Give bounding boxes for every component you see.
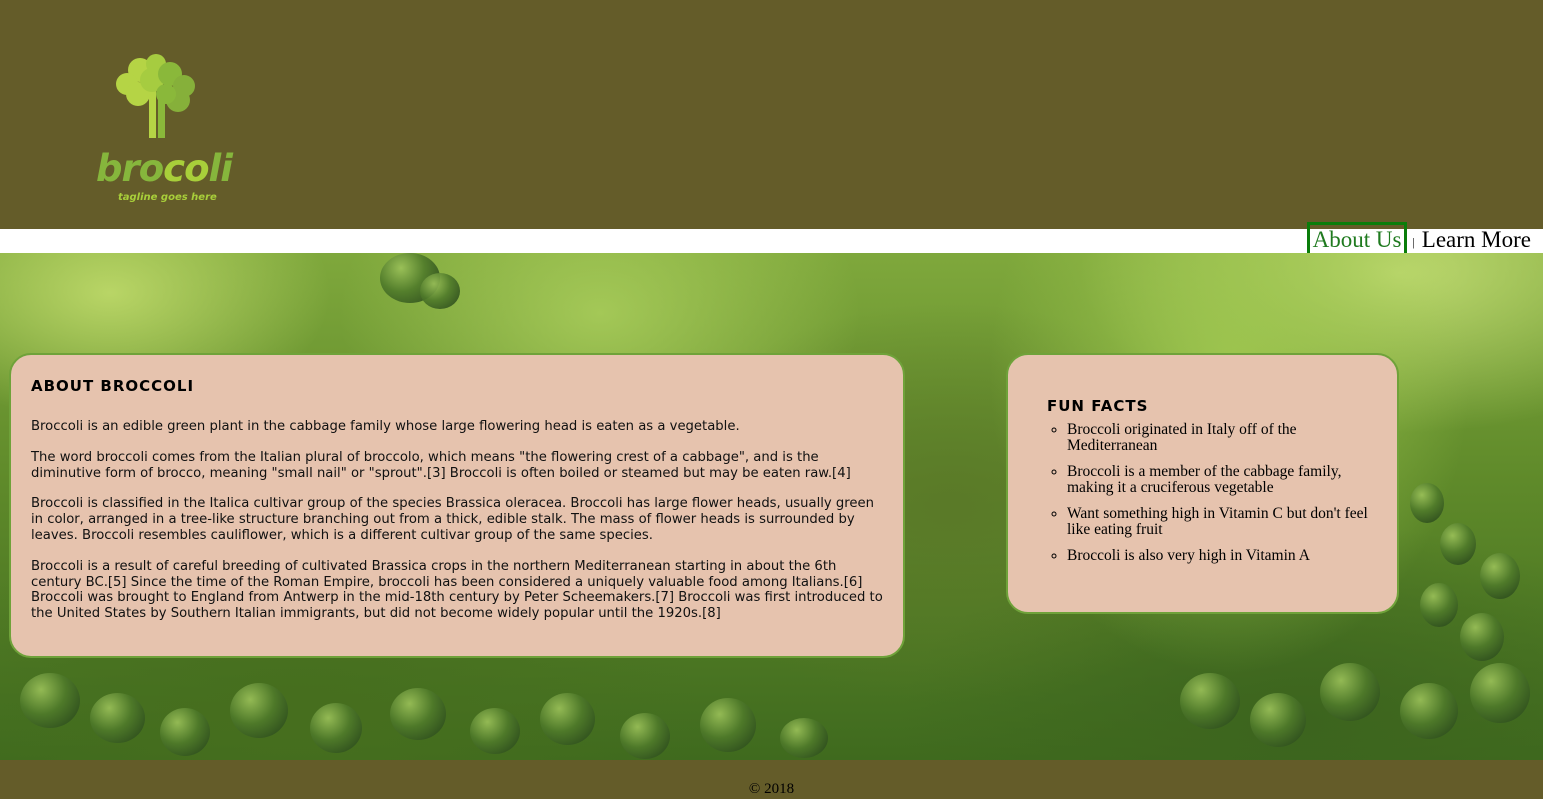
site-logo[interactable]: brocoli tagline goes here (92, 50, 233, 210)
background-floret (1410, 483, 1444, 523)
about-paragraph: Broccoli is classified in the Italica cu… (31, 496, 875, 543)
background-floret (620, 713, 670, 759)
list-item: Broccoli is also very high in Vitamin A (1067, 548, 1377, 564)
site-footer: © 2018 (0, 760, 1543, 799)
background-floret (90, 693, 145, 743)
nav-link-learn-more[interactable]: Learn More (1420, 224, 1533, 256)
background-floret (20, 673, 80, 728)
about-panel: ABOUT BROCCOLI Broccoli is an edible gre… (9, 353, 905, 658)
background-floret (1400, 683, 1458, 739)
background-floret (230, 683, 288, 738)
background-floret (390, 688, 446, 740)
background-floret (1470, 663, 1530, 723)
nav-link-about-us[interactable]: About Us (1306, 222, 1408, 257)
logo-tagline: tagline goes here (118, 192, 217, 203)
fun-facts-title: FUN FACTS (1047, 397, 1149, 415)
nav-links: About Us | Learn More (1306, 222, 1533, 257)
copyright-text: © 2018 (748, 781, 795, 797)
about-paragraph: Broccoli is a result of careful breeding… (31, 558, 883, 622)
background-floret (780, 718, 828, 758)
nav-bar: About Us | Learn More (0, 222, 1543, 257)
background-floret (310, 703, 362, 753)
background-floret (1420, 583, 1458, 627)
background-floret (540, 693, 595, 745)
fun-facts-list: Broccoli originated in Italy off of the … (1047, 422, 1377, 564)
background-floret (700, 698, 756, 752)
list-item: Broccoli is a member of the cabbage fami… (1067, 464, 1377, 496)
about-title: ABOUT BROCCOLI (31, 377, 195, 395)
about-paragraph: Broccoli is an edible green plant in the… (31, 419, 740, 434)
background-floret (1440, 523, 1476, 565)
background-floret (470, 708, 520, 754)
background-floret (1460, 613, 1504, 661)
nav-separator: | (1412, 235, 1415, 249)
list-item: Broccoli originated in Italy off of the … (1067, 422, 1377, 454)
background-floret (1250, 693, 1306, 747)
background-floret (1180, 673, 1240, 729)
background-floret (160, 708, 210, 756)
logo-wordmark: brocoli (96, 147, 233, 190)
background-floret (1320, 663, 1380, 721)
site-header: brocoli tagline goes here (0, 0, 1543, 229)
broccoli-tree-icon (116, 54, 195, 138)
list-item: Want something high in Vitamin C but don… (1067, 506, 1377, 538)
background-floret (1480, 553, 1520, 599)
background-floret (420, 273, 460, 309)
about-paragraph: The word broccoli comes from the Italian… (31, 449, 851, 481)
fun-facts-panel: FUN FACTS Broccoli originated in Italy o… (1006, 353, 1399, 614)
